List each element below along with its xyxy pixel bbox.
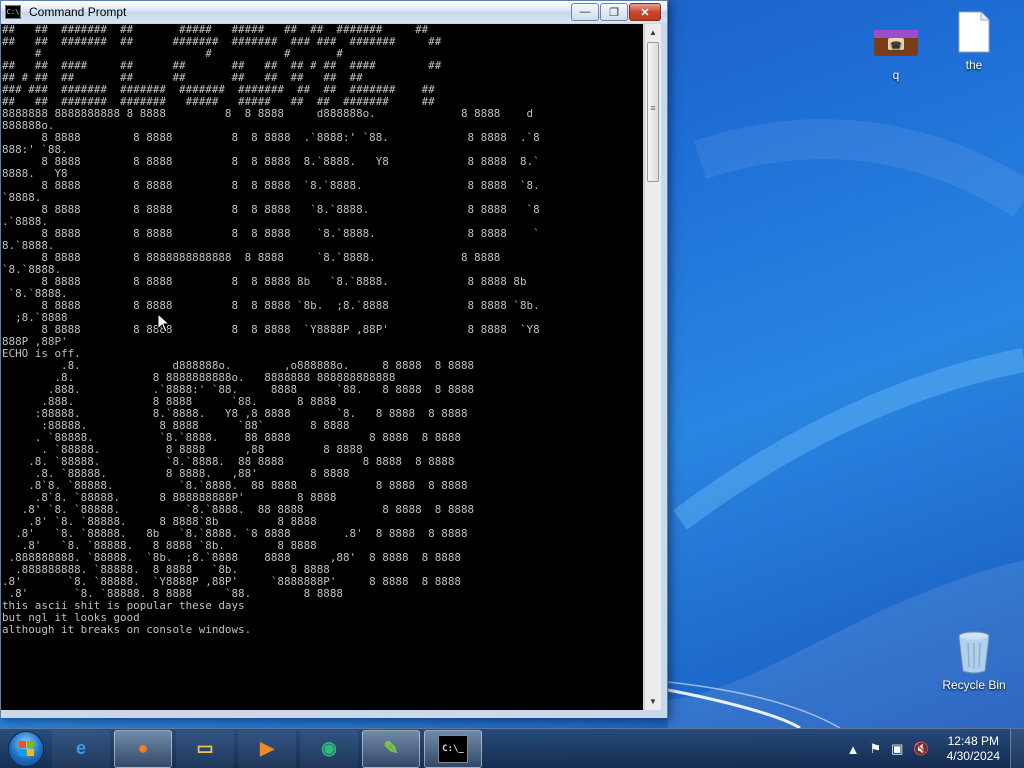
window-titlebar[interactable]: C:\ Command Prompt — ❐ ✕	[1, 1, 667, 23]
console-line: 8 8888 8 8888 8 8 8888 `8.`8888. 8 8888 …	[2, 179, 540, 192]
console-line: although it breaks on console windows.	[2, 623, 252, 636]
action-center-flag-icon[interactable]: ⚑	[869, 741, 881, 757]
network-app-icon: ◉	[321, 738, 337, 758]
console-line: 888P ,88P'	[2, 335, 68, 348]
recycle-bin-icon	[950, 630, 998, 674]
maximize-button[interactable]: ❐	[600, 3, 628, 21]
clock[interactable]: 12:48 PM 4/30/2024	[947, 734, 1000, 764]
svg-text:☎: ☎	[890, 41, 901, 51]
desktop-icon-the[interactable]: the	[938, 10, 1010, 72]
desktop-icon-recycle-bin[interactable]: Recycle Bin	[938, 630, 1010, 692]
minimize-button[interactable]: —	[571, 3, 599, 21]
desktop-icon-label: the	[965, 58, 983, 72]
desktop-icon-q[interactable]: ☎ q	[860, 20, 932, 82]
command-prompt-icon: C:\_	[438, 734, 468, 763]
command-prompt-window[interactable]: C:\ Command Prompt — ❐ ✕ ## ## ####### #…	[0, 0, 668, 718]
volume-muted-icon[interactable]: 🔇	[913, 741, 929, 757]
close-button[interactable]: ✕	[629, 3, 661, 21]
clock-date: 4/30/2024	[946, 749, 1000, 763]
taskbar-command-prompt-button[interactable]: C:\_	[424, 729, 482, 768]
console-line: 8 8888 8 8888 8 8 8888 `Y8888P ,88P' 8 8…	[2, 323, 540, 336]
media-player-icon: ▶	[260, 738, 274, 758]
system-tray: ▲ ⚑ ▣ 🔇 12:48 PM 4/30/2024	[842, 729, 1024, 768]
console-line: 8 8888 8 8888 8 8 8888 `8b. ;8.`8888 8 8…	[2, 299, 540, 312]
start-button[interactable]	[0, 729, 52, 768]
cmd-app-icon: C:\	[5, 5, 21, 19]
show-desktop-button[interactable]	[1010, 729, 1024, 768]
notepad-plus-icon: ✎	[383, 738, 399, 758]
window-title: Command Prompt	[29, 5, 127, 19]
taskbar-firefox-button[interactable]: ●	[114, 729, 172, 768]
firefox-icon: ●	[137, 738, 149, 758]
console-output[interactable]: ## ## ####### ## ##### ##### ## ## #####…	[1, 24, 643, 710]
desktop-icon-label: Recycle Bin	[942, 678, 1006, 692]
scroll-thumb[interactable]	[647, 42, 659, 182]
console-line: 8 8888 8 8888 8 8 8888 `8.`8888. 8 8888 …	[2, 227, 540, 240]
taskbar-media-player-button[interactable]: ▶	[238, 729, 296, 768]
scroll-up-arrow-icon[interactable]: ▲	[645, 24, 661, 41]
taskbar-internet-explorer-button[interactable]: e	[52, 729, 110, 768]
windows-logo-icon	[8, 730, 44, 767]
vertical-scrollbar[interactable]: ▲ ▼	[644, 24, 661, 710]
console-line: 8 8888 8 8888 8 8 8888 `8.`8888. 8 8888 …	[2, 203, 540, 216]
taskbar-network-app-button[interactable]: ◉	[300, 729, 358, 768]
text-file-icon	[950, 10, 998, 54]
console-line: 8 8888 8 8888 8 8 8888 8.`8888. Y8 8 888…	[2, 155, 540, 168]
file-explorer-icon: ▭	[196, 738, 214, 758]
scroll-down-arrow-icon[interactable]: ▼	[645, 693, 661, 710]
taskbar-file-explorer-button[interactable]: ▭	[176, 729, 234, 768]
console-line: 8888888 8888888888 8 8888 8 8 8888 d8888…	[2, 107, 534, 120]
console-line: 8 8888 8 8888 8 8 8888 8b `8.`8888. 8 88…	[2, 275, 527, 288]
taskbar-notepad-plus-button[interactable]: ✎	[362, 729, 420, 768]
console-line: 8 8888 8 8888888888888 8 8888 `8.`8888. …	[2, 251, 501, 264]
clock-time: 12:48 PM	[947, 734, 999, 748]
network-icon[interactable]: ▣	[891, 741, 903, 757]
internet-explorer-icon: e	[75, 738, 86, 758]
mouse-cursor-icon	[157, 313, 171, 333]
phone-dialer-icon: ☎	[872, 20, 920, 64]
console-line: 8 8888 8 8888 8 8 8888 .`8888:' `88. 8 8…	[2, 131, 540, 144]
taskbar: e ● ▭ ▶ ◉ ✎ C:\_ ▲ ⚑ ▣ 🔇 12:48 PM 4/30/2024	[0, 728, 1024, 768]
show-hidden-icons-icon[interactable]: ▲	[847, 742, 860, 757]
desktop-icon-label: q	[892, 68, 900, 82]
